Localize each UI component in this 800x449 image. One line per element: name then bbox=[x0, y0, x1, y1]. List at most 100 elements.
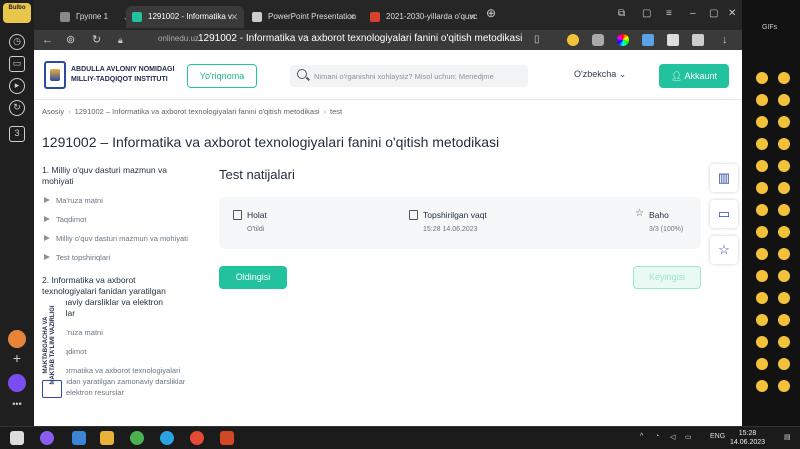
emoji-icon[interactable] bbox=[756, 292, 768, 304]
extension-icon[interactable] bbox=[567, 34, 579, 46]
emoji-icon[interactable] bbox=[778, 358, 790, 370]
emoji-icon[interactable] bbox=[756, 380, 768, 392]
add-icon[interactable]: + bbox=[9, 351, 25, 368]
extension-icon[interactable] bbox=[642, 34, 654, 46]
breadcrumb-course[interactable]: 1291002 – Informatika va axborot texnolo… bbox=[75, 107, 320, 116]
emoji-icon[interactable] bbox=[778, 72, 790, 84]
emoji-icon[interactable] bbox=[756, 116, 768, 128]
emoji-icon[interactable] bbox=[778, 160, 790, 172]
language-indicator[interactable]: ENG bbox=[710, 433, 725, 440]
account-button[interactable]: 👤︎ Akkaunt bbox=[659, 64, 729, 88]
emoji-icon[interactable] bbox=[778, 204, 790, 216]
alice-icon[interactable] bbox=[8, 330, 26, 348]
side-panel-badge[interactable]: Bulbo bbox=[3, 3, 31, 23]
guide-button[interactable]: Yo'riqnoma bbox=[187, 64, 257, 88]
extensions-icon[interactable] bbox=[692, 34, 704, 46]
emoji-icon[interactable] bbox=[778, 270, 790, 282]
emoji-icon[interactable] bbox=[756, 248, 768, 260]
sync-icon[interactable]: ↻ bbox=[9, 100, 25, 116]
breadcrumb-home[interactable]: Asosiy bbox=[42, 107, 64, 116]
emoji-icon[interactable] bbox=[756, 226, 768, 238]
windows-start-icon[interactable] bbox=[10, 431, 24, 445]
menu-icon[interactable]: ≡ bbox=[666, 8, 672, 19]
alice-taskbar-icon[interactable] bbox=[40, 431, 54, 445]
close-icon[interactable]: ✕ bbox=[348, 6, 356, 28]
lesson-item[interactable]: Milliy o'quv dasturi mazmun va mohiyati bbox=[42, 233, 192, 244]
emoji-icon[interactable] bbox=[778, 314, 790, 326]
chrome-icon[interactable] bbox=[130, 431, 144, 445]
network-icon[interactable]: ◔ bbox=[655, 433, 659, 440]
ministry-badge[interactable]: MAKTABGACHA VA MAKTAB TA'LIMI VAZIRLIGI bbox=[36, 300, 66, 405]
emoji-icon[interactable] bbox=[756, 314, 768, 326]
emoji-icon[interactable] bbox=[756, 336, 768, 348]
grid-icon[interactable] bbox=[667, 34, 679, 46]
tab-informatika[interactable]: 1291002 - Informatika v ✕ bbox=[126, 6, 244, 28]
play-icon[interactable]: ▸ bbox=[9, 78, 25, 94]
emoji-icon[interactable] bbox=[756, 182, 768, 194]
emoji-icon[interactable] bbox=[778, 292, 790, 304]
download-icon[interactable]: ↓ bbox=[722, 33, 728, 47]
emoji-icon[interactable] bbox=[778, 138, 790, 150]
collections-icon[interactable]: ▭ bbox=[9, 56, 25, 72]
star-icon[interactable]: ☆ bbox=[710, 236, 738, 264]
protect-icon[interactable]: ⊚ bbox=[66, 33, 75, 47]
emoji-icon[interactable] bbox=[756, 270, 768, 282]
close-icon[interactable]: ✕ bbox=[230, 6, 238, 28]
url-title[interactable]: 1291002 - Informatika va axborot texnolo… bbox=[198, 33, 522, 44]
next-button[interactable]: Keyingisi bbox=[633, 266, 701, 289]
tray-chevron-icon[interactable]: ^ bbox=[640, 433, 643, 440]
emoji-icon[interactable] bbox=[778, 182, 790, 194]
history-icon[interactable]: ◷ bbox=[9, 34, 25, 50]
emoji-icon[interactable] bbox=[756, 138, 768, 150]
reload-icon[interactable]: ↻ bbox=[92, 33, 101, 47]
emoji-icon[interactable] bbox=[778, 116, 790, 128]
battery-icon[interactable]: ▭ bbox=[685, 433, 692, 441]
emoji-icon[interactable] bbox=[778, 336, 790, 348]
more-icon[interactable]: ••• bbox=[9, 398, 25, 414]
emoji-icon[interactable] bbox=[756, 204, 768, 216]
gifs-tab[interactable]: GIFs bbox=[762, 24, 777, 31]
search-input[interactable] bbox=[314, 69, 522, 83]
emoji-icon[interactable] bbox=[778, 226, 790, 238]
close-icon[interactable]: ✕ bbox=[468, 6, 476, 28]
telegram-icon[interactable] bbox=[160, 431, 174, 445]
emoji-icon[interactable] bbox=[778, 248, 790, 260]
window-close-icon[interactable]: ✕ bbox=[728, 8, 736, 19]
bookmark-icon[interactable]: ▯ bbox=[534, 33, 540, 47]
tab-group[interactable]: Группе 1 ⌄ bbox=[54, 6, 136, 28]
explorer-icon[interactable] bbox=[100, 431, 114, 445]
language-select[interactable]: O'zbekcha ⌄ bbox=[574, 69, 626, 80]
url-domain[interactable]: onlinedu.uz bbox=[158, 34, 199, 43]
volume-icon[interactable]: ◁ bbox=[670, 433, 675, 441]
yandex-browser-icon[interactable] bbox=[190, 431, 204, 445]
chat-icon[interactable]: ▭ bbox=[710, 200, 738, 228]
previous-button[interactable]: Oldingisi bbox=[219, 266, 287, 289]
back-icon[interactable]: ← bbox=[42, 33, 53, 47]
notifications-icon[interactable]: ▤ bbox=[784, 433, 791, 441]
minimize-icon[interactable]: – bbox=[690, 8, 696, 19]
emoji-icon[interactable] bbox=[756, 358, 768, 370]
bookmark-menu-icon[interactable]: ▢ bbox=[642, 8, 651, 19]
emoji-icon[interactable] bbox=[778, 380, 790, 392]
logo-text[interactable]: ABDULLA AVLONIY NOMIDAGI MILLIY-TADQIQOT… bbox=[71, 65, 174, 85]
emoji-icon[interactable] bbox=[756, 160, 768, 172]
tabs-menu-icon[interactable]: ⧉ bbox=[618, 8, 625, 19]
assistant-icon[interactable] bbox=[8, 374, 26, 392]
apps-icon[interactable]: 3 bbox=[9, 126, 25, 142]
tab-powerpoint[interactable]: PowerPoint Presentation ✕ bbox=[246, 6, 362, 28]
emoji-icon[interactable] bbox=[756, 94, 768, 106]
lesson-item[interactable]: Test topshiriqlari bbox=[42, 252, 192, 263]
maximize-icon[interactable]: ▢ bbox=[709, 8, 718, 19]
color-picker-icon[interactable] bbox=[617, 34, 629, 46]
emoji-icon[interactable] bbox=[778, 94, 790, 106]
new-tab-button[interactable]: ⊕ bbox=[486, 6, 496, 20]
emoji-icon[interactable] bbox=[756, 72, 768, 84]
lesson-item[interactable]: Ma'ruza matni bbox=[42, 195, 192, 206]
clock[interactable]: 15:28 14.06.2023 bbox=[730, 429, 765, 447]
camera-icon[interactable] bbox=[592, 34, 604, 46]
section-title[interactable]: 1. Milliy o'quv dasturi mazmun va mohiya… bbox=[42, 165, 192, 187]
powerpoint-icon[interactable] bbox=[220, 431, 234, 445]
mail-icon[interactable] bbox=[72, 431, 86, 445]
institute-logo[interactable] bbox=[44, 61, 66, 89]
library-icon[interactable]: ▥ bbox=[710, 164, 738, 192]
